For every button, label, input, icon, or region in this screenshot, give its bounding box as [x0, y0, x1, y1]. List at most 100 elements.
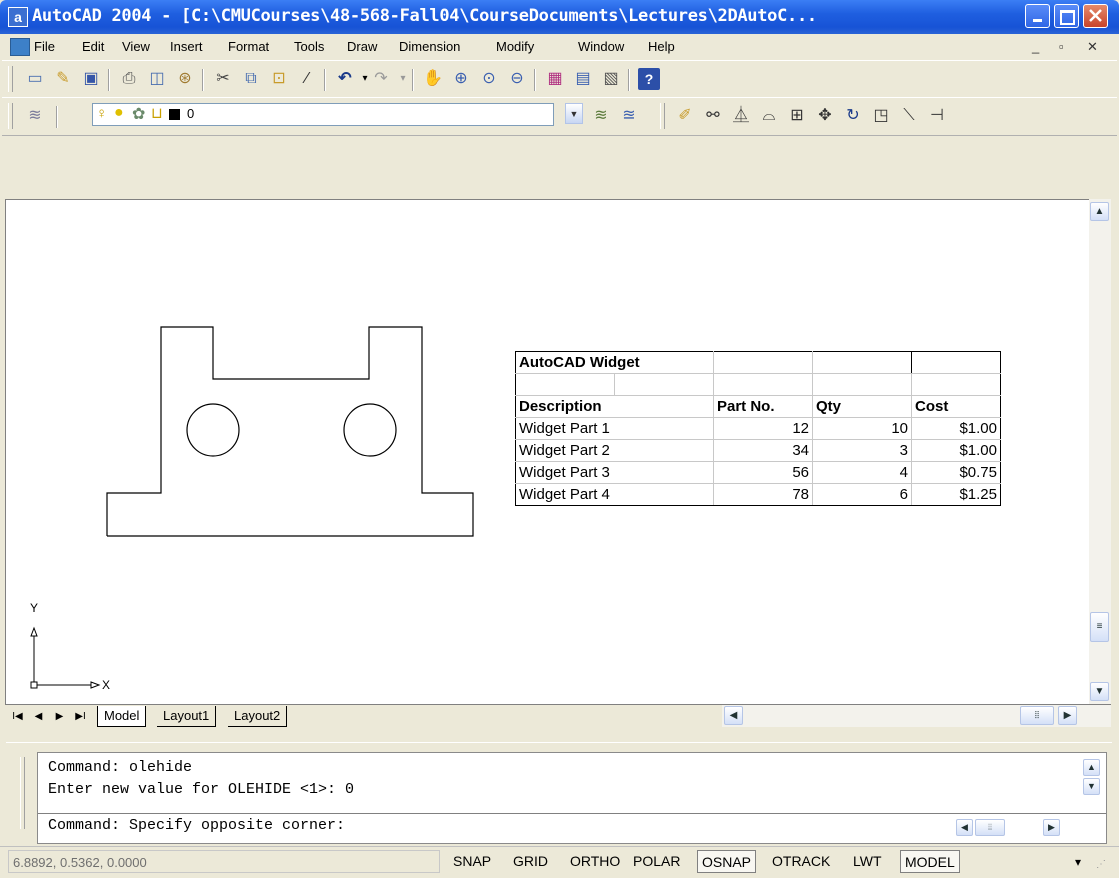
status-lwt-button[interactable]: LWT: [849, 850, 886, 873]
minimize-button[interactable]: [1025, 4, 1050, 28]
layer-on-icon[interactable]: ♀: [96, 105, 107, 122]
coordinate-display[interactable]: 6.8892, 0.5362, 0.0000: [8, 850, 440, 873]
scroll-thumb[interactable]: ≡: [1090, 612, 1109, 642]
maximize-button[interactable]: [1054, 4, 1079, 28]
toolbar-grip[interactable]: [660, 103, 665, 129]
rotate-icon[interactable]: ↻: [842, 105, 864, 127]
stretch-icon[interactable]: ⟍: [898, 105, 920, 127]
status-model-button[interactable]: MODEL: [900, 850, 960, 873]
layer-lock-icon[interactable]: ⊔: [151, 104, 163, 122]
redo-dropdown-icon[interactable]: ▾: [392, 68, 414, 90]
last-tab-icon[interactable]: ▶I: [72, 708, 89, 726]
print-preview-icon[interactable]: ◫: [146, 68, 168, 90]
tab-model[interactable]: Model: [97, 706, 147, 727]
doc-minimize-icon[interactable]: _: [1032, 39, 1039, 54]
print-icon[interactable]: ⎙: [118, 68, 140, 90]
horizontal-scrollbar[interactable]: ◀ ⦙⦙ ▶: [722, 705, 1111, 727]
menu-insert[interactable]: Insert: [170, 39, 203, 54]
autocad-app-icon[interactable]: a: [8, 7, 28, 27]
layer-viewport-freeze-icon[interactable]: ✿: [132, 104, 145, 124]
layer-thaw-icon[interactable]: ●: [114, 104, 124, 122]
erase-icon[interactable]: ✐: [674, 105, 696, 127]
command-scroll-down-button[interactable]: ▼: [1083, 778, 1100, 795]
status-otrack-button[interactable]: OTRACK: [768, 850, 834, 873]
document-icon[interactable]: [10, 38, 30, 56]
command-window-grip[interactable]: [20, 757, 25, 829]
array-icon[interactable]: ⊞: [786, 105, 808, 127]
doc-close-icon[interactable]: ✕: [1087, 39, 1098, 55]
menu-dimension[interactable]: Dimension: [399, 39, 460, 54]
widget-outline[interactable]: [106, 326, 474, 537]
tool-palettes-icon[interactable]: ▧: [600, 68, 622, 90]
vertical-scrollbar[interactable]: ▲ ≡ ▼: [1089, 199, 1111, 704]
design-center-icon[interactable]: ▤: [572, 68, 594, 90]
undo-icon[interactable]: ↶: [334, 68, 356, 90]
redo-icon[interactable]: ↷: [370, 68, 392, 90]
paste-icon[interactable]: ⊡: [268, 68, 290, 90]
status-osnap-button[interactable]: OSNAP: [697, 850, 757, 873]
trim-icon[interactable]: ⊣: [926, 105, 948, 127]
command-scroll-up-button[interactable]: ▲: [1083, 759, 1100, 776]
status-menu-arrow-icon[interactable]: ▾: [1075, 855, 1081, 869]
tab-layout1[interactable]: Layout1: [157, 706, 217, 727]
previous-tab-icon[interactable]: ◀: [30, 708, 47, 726]
status-snap-button[interactable]: SNAP: [449, 850, 495, 873]
tab-layout2[interactable]: Layout2: [228, 706, 288, 727]
offset-icon[interactable]: ⌓: [758, 105, 780, 127]
menu-file[interactable]: File: [34, 39, 55, 54]
menu-window[interactable]: Window: [578, 39, 624, 54]
cut-icon[interactable]: ✂: [212, 68, 234, 90]
zoom-realtime-icon[interactable]: ⊕: [450, 68, 472, 90]
widget-hole-right[interactable]: [343, 403, 397, 457]
layer-manager-icon[interactable]: ≋: [24, 105, 46, 127]
horizontal-scroll-thumb[interactable]: ⦙⦙: [1020, 706, 1054, 725]
match-properties-icon[interactable]: ⁄: [296, 68, 318, 90]
properties-icon[interactable]: ▦: [544, 68, 566, 90]
make-object-layer-current-icon[interactable]: ≋: [590, 105, 612, 127]
scroll-up-button[interactable]: ▲: [1090, 202, 1109, 221]
doc-restore-icon[interactable]: ▫: [1059, 39, 1064, 54]
command-scroll-thumb[interactable]: ⦙⦙: [975, 819, 1005, 836]
command-prompt-line[interactable]: Command: Specify opposite corner:: [48, 817, 345, 834]
help-icon[interactable]: ?: [638, 68, 660, 90]
layer-control[interactable]: ♀ ● ✿ ⊔ 0: [92, 103, 554, 126]
command-history[interactable]: Command: olehide Enter new value for OLE…: [37, 752, 1107, 844]
toolbar-grip[interactable]: [8, 103, 13, 129]
toolbar-grip[interactable]: [8, 66, 13, 92]
widget-hole-left[interactable]: [186, 403, 240, 457]
pan-icon[interactable]: ✋: [422, 68, 444, 90]
zoom-window-icon[interactable]: ⊙: [478, 68, 500, 90]
scroll-left-button[interactable]: ◀: [724, 706, 743, 725]
menu-view[interactable]: View: [122, 39, 150, 54]
first-tab-icon[interactable]: I◀: [9, 708, 26, 726]
status-ortho-button[interactable]: ORTHO: [566, 850, 624, 873]
next-tab-icon[interactable]: ▶: [51, 708, 68, 726]
status-polar-button[interactable]: POLAR: [629, 850, 684, 873]
save-icon[interactable]: ▣: [80, 68, 102, 90]
zoom-previous-icon[interactable]: ⊖: [506, 68, 528, 90]
close-button[interactable]: [1083, 4, 1108, 28]
scroll-down-button[interactable]: ▼: [1090, 682, 1109, 701]
layer-dropdown-button[interactable]: ▼: [565, 103, 583, 124]
copy-icon[interactable]: ⧉: [240, 68, 262, 90]
menu-format[interactable]: Format: [228, 39, 269, 54]
widget-table[interactable]: AutoCAD Widget Description Part No. Qty …: [515, 351, 1001, 506]
move-icon[interactable]: ✥: [814, 105, 836, 127]
copy-object-icon[interactable]: ⚯: [702, 105, 724, 127]
layer-previous-icon[interactable]: ≊: [618, 105, 640, 127]
mirror-icon[interactable]: ⏅: [730, 105, 752, 127]
menu-tools[interactable]: Tools: [294, 39, 324, 54]
menu-draw[interactable]: Draw: [347, 39, 377, 54]
open-icon[interactable]: ✎: [52, 68, 74, 90]
resize-grip-icon[interactable]: ⋰: [1096, 859, 1106, 870]
command-scroll-right-button[interactable]: ▶: [1043, 819, 1060, 836]
menu-edit[interactable]: Edit: [82, 39, 104, 54]
menu-modify[interactable]: Modify: [496, 39, 534, 54]
publish-icon[interactable]: ⊛: [174, 68, 196, 90]
status-grid-button[interactable]: GRID: [509, 850, 552, 873]
command-scroll-left-button[interactable]: ◀: [956, 819, 973, 836]
scroll-right-button[interactable]: ▶: [1058, 706, 1077, 725]
scale-icon[interactable]: ◳: [870, 105, 892, 127]
new-icon[interactable]: ▭: [24, 68, 46, 90]
menu-help[interactable]: Help: [648, 39, 675, 54]
